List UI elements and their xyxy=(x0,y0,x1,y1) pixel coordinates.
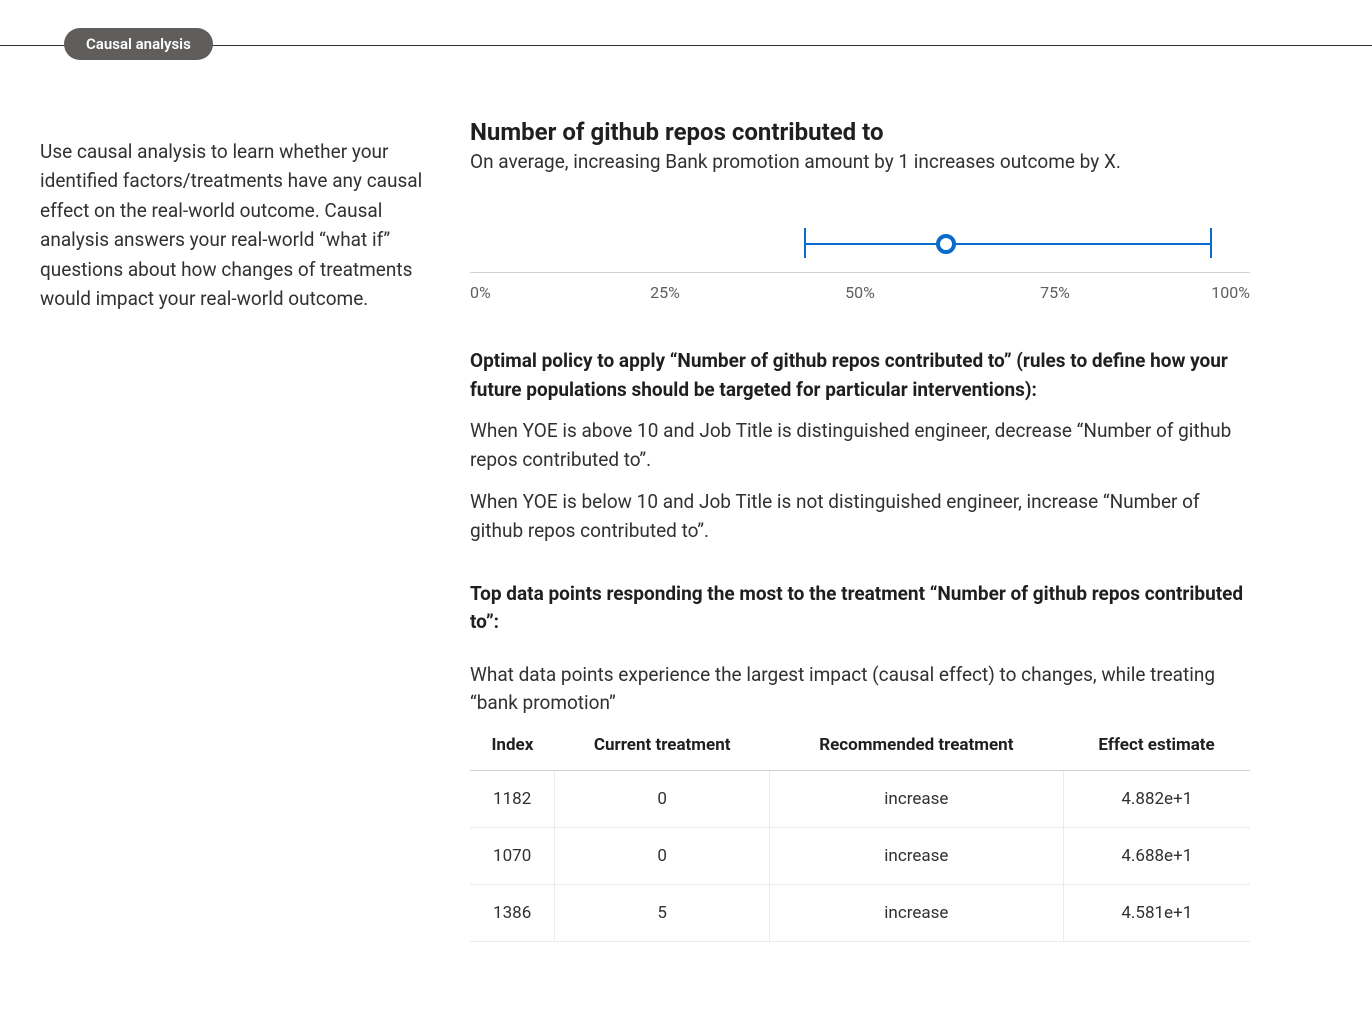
table-body: 11820increase4.882e+110700increase4.688e… xyxy=(470,770,1250,941)
tab-rail: Causal analysis xyxy=(0,28,1372,62)
cell-index: 1182 xyxy=(470,770,555,827)
x-tick: 50% xyxy=(845,283,875,302)
table-row: 11820increase4.882e+1 xyxy=(470,770,1250,827)
tab-causal-analysis[interactable]: Causal analysis xyxy=(64,28,213,60)
cell-current: 0 xyxy=(555,770,770,827)
cell-current: 5 xyxy=(555,884,770,941)
page-title: Number of github repos contributed to xyxy=(470,118,1250,146)
intro-text: Use causal analysis to learn whether you… xyxy=(40,137,430,314)
confidence-interval-line xyxy=(805,243,1211,245)
cell-effect: 4.688e+1 xyxy=(1063,827,1250,884)
x-tick: 25% xyxy=(650,283,680,302)
column-header: Effect estimate xyxy=(1063,726,1250,771)
top-responders-heading: Top data points responding the most to t… xyxy=(470,580,1250,637)
ci-cap-high xyxy=(1210,228,1212,258)
policy-rule: When YOE is above 10 and Job Title is di… xyxy=(470,416,1250,475)
x-tick: 75% xyxy=(1040,283,1070,302)
causal-effect-chart: 0% 25% 50% 75% 100% xyxy=(470,213,1250,313)
table-row: 10700increase4.688e+1 xyxy=(470,827,1250,884)
content: Use causal analysis to learn whether you… xyxy=(0,62,1372,982)
top-responders-subtitle: What data points experience the largest … xyxy=(470,661,1250,718)
tab-label: Causal analysis xyxy=(86,35,191,53)
x-tick: 0% xyxy=(470,283,491,302)
right-column: Number of github repos contributed to On… xyxy=(470,118,1250,942)
cell-current: 0 xyxy=(555,827,770,884)
left-column: Use causal analysis to learn whether you… xyxy=(40,118,430,942)
point-estimate-marker xyxy=(936,234,956,254)
cell-index: 1386 xyxy=(470,884,555,941)
policy-rule: When YOE is below 10 and Job Title is no… xyxy=(470,487,1250,546)
cell-index: 1070 xyxy=(470,827,555,884)
cell-recommended: increase xyxy=(770,884,1064,941)
cell-effect: 4.882e+1 xyxy=(1063,770,1250,827)
cell-recommended: increase xyxy=(770,827,1064,884)
optimal-policy-heading: Optimal policy to apply “Number of githu… xyxy=(470,347,1250,404)
table-header-row: IndexCurrent treatmentRecommended treatm… xyxy=(470,726,1250,771)
ci-cap-low xyxy=(804,228,806,258)
x-tick: 100% xyxy=(1211,283,1250,302)
column-header: Current treatment xyxy=(555,726,770,771)
top-responders-table: IndexCurrent treatmentRecommended treatm… xyxy=(470,726,1250,942)
column-header: Index xyxy=(470,726,555,771)
policy-rules: When YOE is above 10 and Job Title is di… xyxy=(470,416,1250,546)
cell-effect: 4.581e+1 xyxy=(1063,884,1250,941)
table-row: 13865increase4.581e+1 xyxy=(470,884,1250,941)
page-subtitle: On average, increasing Bank promotion am… xyxy=(470,150,1250,173)
column-header: Recommended treatment xyxy=(770,726,1064,771)
x-axis-ticks: 0% 25% 50% 75% 100% xyxy=(470,283,1250,307)
chart-area xyxy=(470,213,1250,273)
cell-recommended: increase xyxy=(770,770,1064,827)
